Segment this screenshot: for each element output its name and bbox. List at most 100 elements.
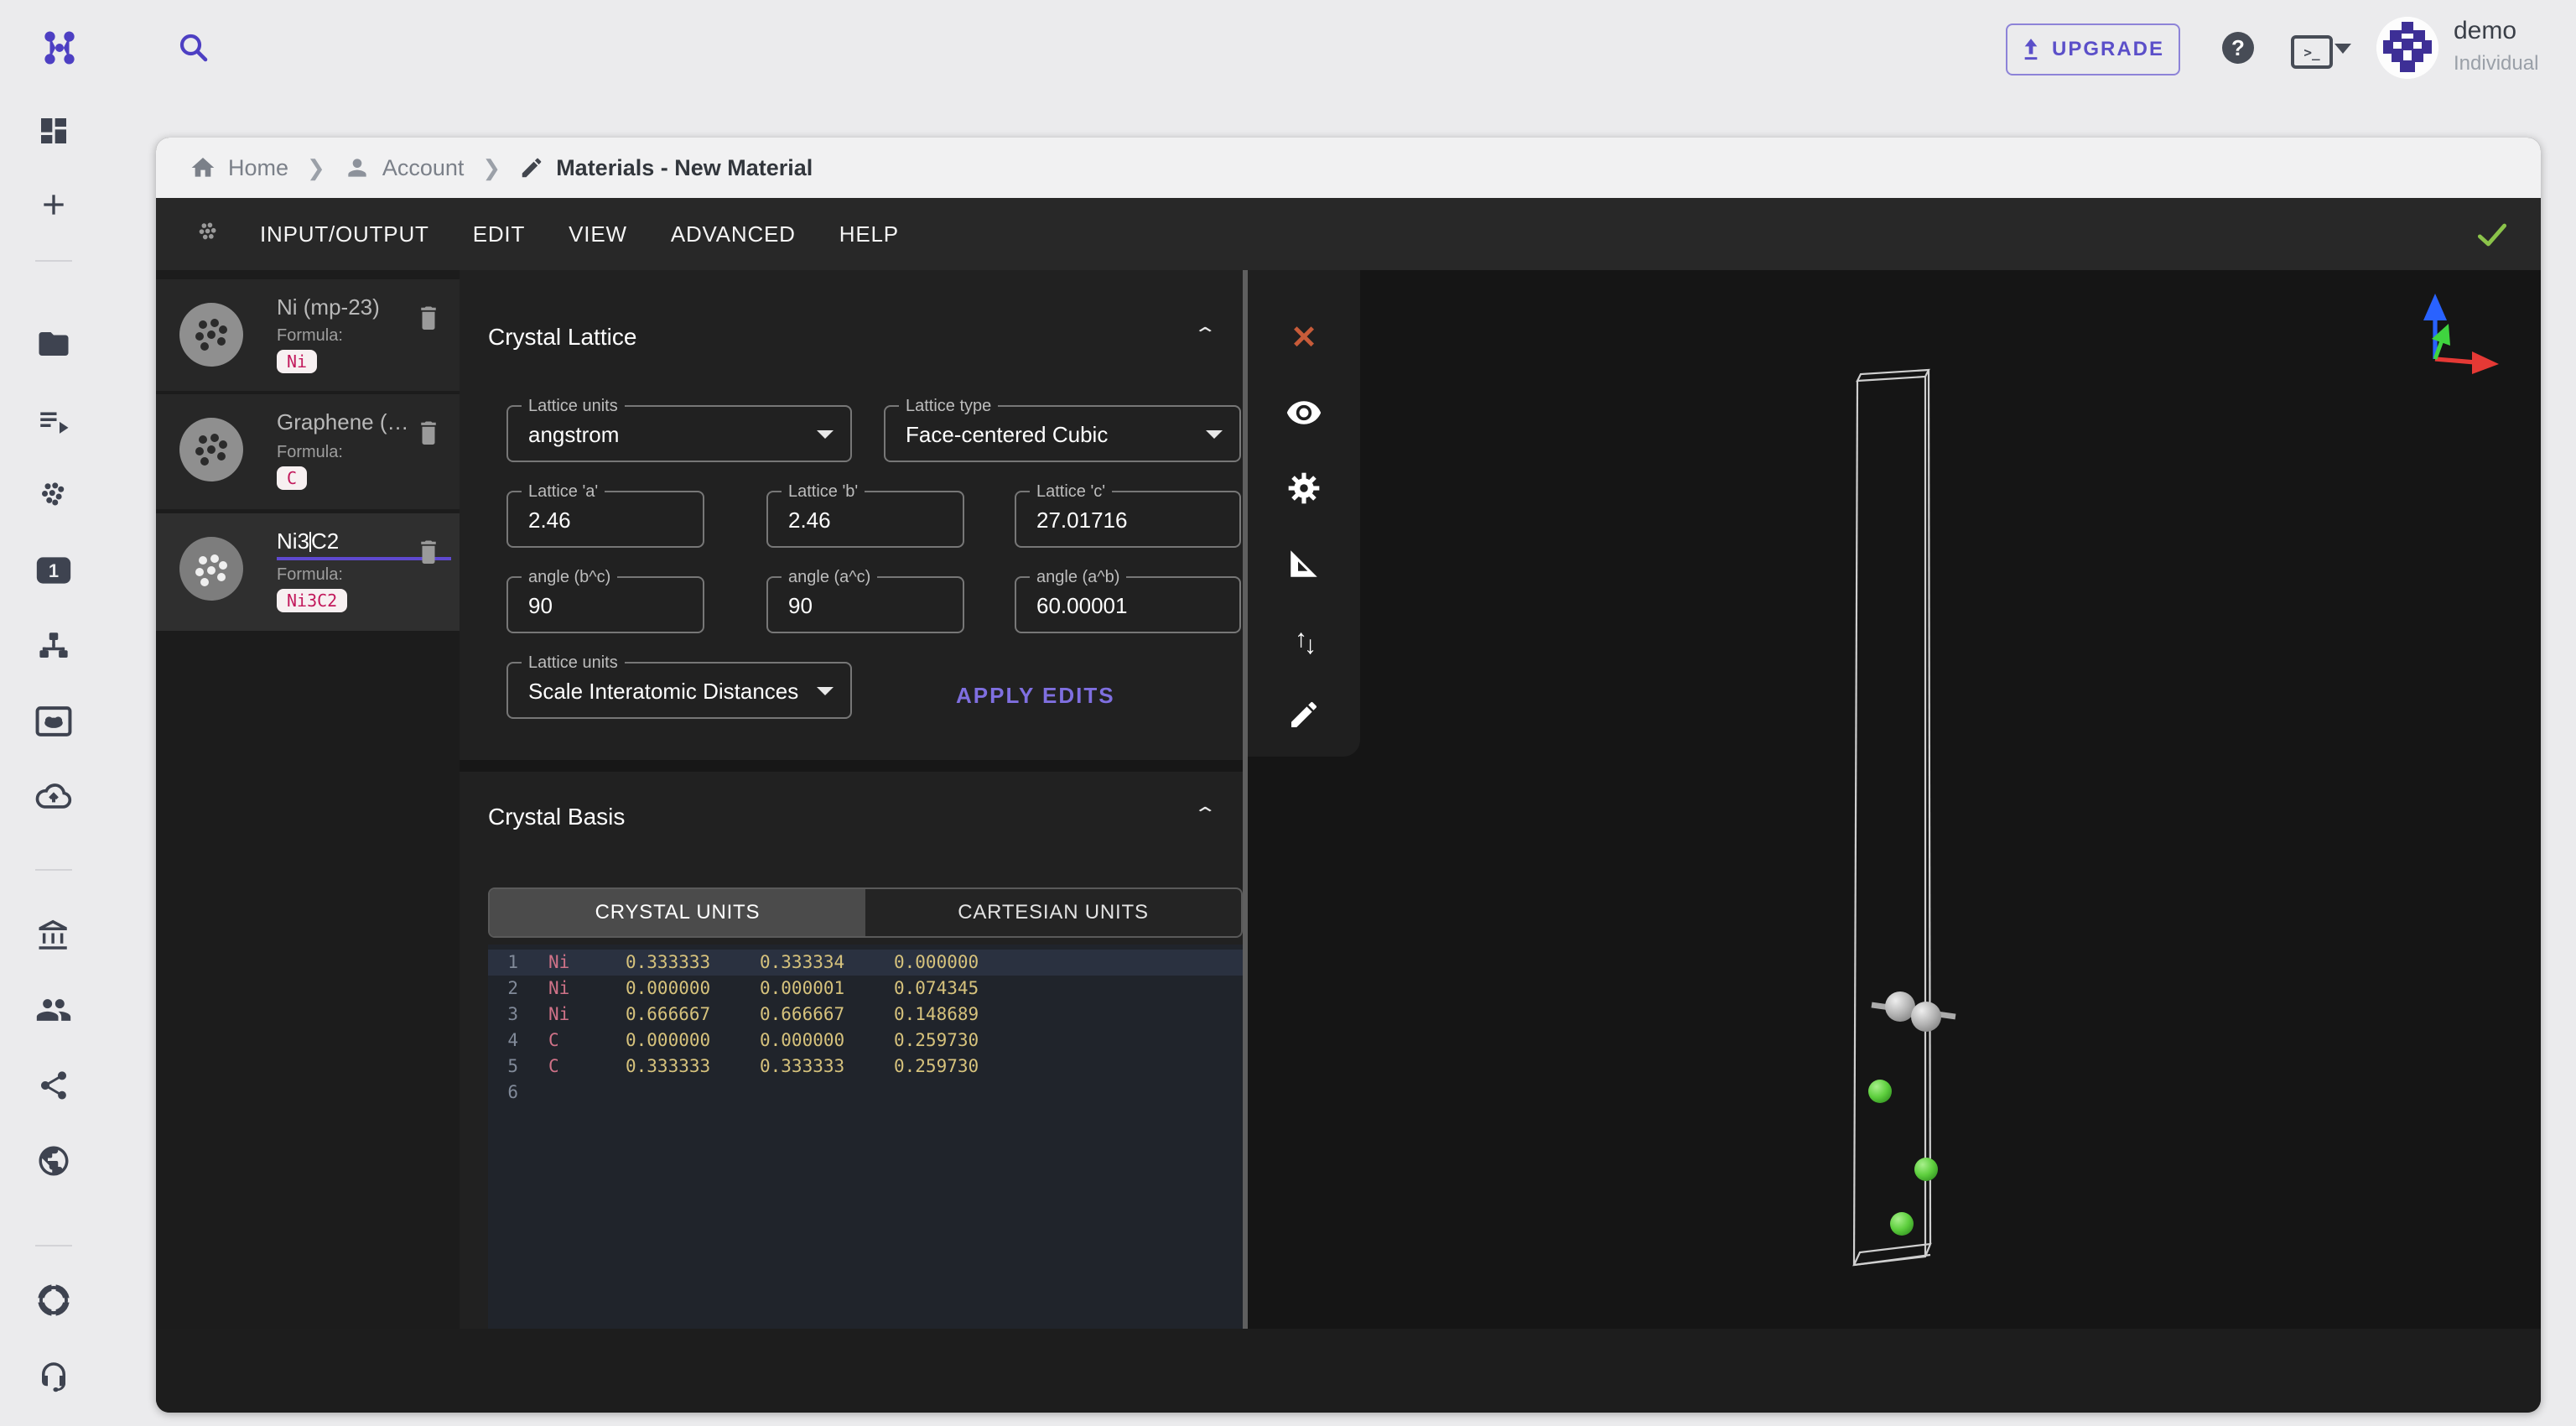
basis-code-editor[interactable]: 1Ni 0.3333330.3333340.000000 2Ni 0.00000… <box>488 945 1243 1329</box>
collapse-chevron-icon[interactable]: ⌃ <box>1192 804 1218 825</box>
upload-icon <box>2022 39 2040 60</box>
angle-gamma-field[interactable]: angle (a^b) 60.00001 <box>1015 576 1241 633</box>
lattice-b-field[interactable]: Lattice 'b' 2.46 <box>766 491 964 548</box>
material-name[interactable]: Graphene (… <box>277 409 409 435</box>
basis-line[interactable]: 2Ni 0.0000000.0000010.074345 <box>488 976 1243 1002</box>
top-bar: UPGRADE ? >_ demo Individual <box>0 0 2576 96</box>
unit-cell-scene <box>1248 270 2541 1329</box>
unit-cell-wireframe <box>1854 370 1930 1265</box>
share-icon[interactable] <box>35 1067 72 1104</box>
upgrade-label: UPGRADE <box>2052 38 2164 61</box>
material-item-graphene[interactable]: Graphene (… Formula: C <box>156 394 460 509</box>
console-icon[interactable]: >_ <box>2291 35 2333 69</box>
tab-crystal-units[interactable]: CRYSTAL UNITS <box>490 889 865 936</box>
basis-line[interactable]: 5C 0.3333330.3333330.259730 <box>488 1054 1243 1080</box>
material-editor-panel: Crystal Lattice ⌃ Lattice units angstrom… <box>460 270 1248 1329</box>
credits-icon[interactable]: 1 <box>35 552 72 589</box>
formula-chip: Ni3C2 <box>277 589 347 612</box>
angle-alpha-field[interactable]: angle (b^c) 90 <box>506 576 704 633</box>
tab-cartesian-units[interactable]: CARTESIAN UNITS <box>865 889 1241 936</box>
material-item-ni3c2[interactable]: Ni3C2 Formula: Ni3C2 <box>156 513 460 631</box>
material-thumbnail <box>179 537 243 601</box>
material-thumbnail <box>179 303 243 367</box>
chevron-right-icon: ❯ <box>482 155 501 181</box>
scale-units-select[interactable]: Lattice units Scale Interatomic Distance… <box>506 662 852 719</box>
lattice-units-select[interactable]: Lattice units angstrom <box>506 405 852 462</box>
menu-input-output[interactable]: INPUT/OUTPUT <box>260 221 429 247</box>
basis-line[interactable]: 4C 0.0000000.0000000.259730 <box>488 1028 1243 1054</box>
crystal-lattice-title: Crystal Lattice <box>488 324 636 351</box>
panels: Ni (mp-23) Formula: Ni Graphene (… Formu… <box>156 270 2541 1329</box>
check-icon[interactable] <box>2474 216 2511 253</box>
material-item-ni[interactable]: Ni (mp-23) Formula: Ni <box>156 279 460 391</box>
globe-icon[interactable] <box>35 1142 72 1179</box>
chevron-down-icon <box>1206 430 1223 439</box>
upgrade-button[interactable]: UPGRADE <box>2006 23 2180 75</box>
search-icon[interactable] <box>176 30 211 65</box>
apply-edits-button[interactable]: APPLY EDITS <box>956 683 1115 709</box>
media-icon[interactable] <box>35 703 72 740</box>
jobs-icon[interactable] <box>35 403 72 440</box>
user-avatar[interactable] <box>2376 17 2438 79</box>
user-name[interactable]: demo <box>2454 17 2516 45</box>
brand-logo-icon[interactable] <box>40 29 79 67</box>
material-thumbnail <box>179 418 243 481</box>
folder-icon[interactable] <box>35 325 72 362</box>
editor-menubar: INPUT/OUTPUT EDIT VIEW ADVANCED HELP <box>156 198 2541 270</box>
rail-divider <box>35 260 72 262</box>
support-wheel-icon[interactable] <box>35 1282 72 1319</box>
card-footer <box>156 1329 2541 1413</box>
delete-material-icon[interactable] <box>416 303 441 331</box>
materials-icon[interactable] <box>35 478 72 515</box>
breadcrumb-account[interactable]: Account <box>344 154 465 181</box>
rail-divider <box>35 1245 72 1246</box>
basis-line[interactable]: 3Ni 0.6666670.6666670.148689 <box>488 1002 1243 1028</box>
atom-c[interactable] <box>1914 1158 1938 1181</box>
breadcrumb-home[interactable]: Home <box>190 154 288 181</box>
structure-viewer[interactable]: ✕ <box>1248 270 2541 1329</box>
atom-ni[interactable] <box>1885 991 1915 1022</box>
crystal-basis-title: Crystal Basis <box>488 804 625 830</box>
app-root: UPGRADE ? >_ demo Individual <box>0 0 2576 1426</box>
section-separator <box>460 760 1248 772</box>
bank-icon[interactable] <box>35 918 72 955</box>
pencil-icon <box>519 155 544 180</box>
atom-c[interactable] <box>1890 1212 1914 1236</box>
svg-text:1: 1 <box>49 560 59 581</box>
lattice-a-field[interactable]: Lattice 'a' 2.46 <box>506 491 704 548</box>
formula-chip: Ni <box>277 350 317 373</box>
help-icon[interactable]: ? <box>2222 32 2254 64</box>
formula-label: Formula: <box>277 326 343 346</box>
formula-chip: C <box>277 466 307 490</box>
lattice-type-select[interactable]: Lattice type Face-centered Cubic <box>884 405 1241 462</box>
collapse-chevron-icon[interactable]: ⌃ <box>1192 324 1218 346</box>
menu-advanced[interactable]: ADVANCED <box>671 221 796 247</box>
delete-material-icon[interactable] <box>416 418 441 446</box>
axes-gizmo <box>2423 294 2499 374</box>
menu-edit[interactable]: EDIT <box>473 221 525 247</box>
people-icon[interactable] <box>35 991 72 1028</box>
chevron-right-icon: ❯ <box>307 155 325 181</box>
dashboard-icon[interactable] <box>35 112 72 149</box>
main-card: Home ❯ Account ❯ Materials - New Materia… <box>156 138 2541 1413</box>
material-name[interactable]: Ni (mp-23) <box>277 294 380 320</box>
breadcrumb: Home ❯ Account ❯ Materials - New Materia… <box>156 138 2541 198</box>
basis-line[interactable]: 1Ni 0.3333330.3333340.000000 <box>488 950 1243 976</box>
atom-ni[interactable] <box>1911 1002 1941 1032</box>
rail-divider <box>35 869 72 871</box>
console-dropdown-caret-icon[interactable] <box>2334 44 2351 54</box>
cloud-upload-icon[interactable] <box>35 778 72 815</box>
headset-icon[interactable] <box>35 1357 72 1394</box>
menu-help[interactable]: HELP <box>839 221 899 247</box>
menu-view[interactable]: VIEW <box>569 221 627 247</box>
angle-beta-field[interactable]: angle (a^c) 90 <box>766 576 964 633</box>
basis-line[interactable]: 6 <box>488 1080 1243 1106</box>
material-name-input[interactable]: Ni3C2 <box>277 528 339 554</box>
materials-list: Ni (mp-23) Formula: Ni Graphene (… Formu… <box>156 270 460 1329</box>
lattice-c-field[interactable]: Lattice 'c' 27.01716 <box>1015 491 1241 548</box>
delete-material-icon[interactable] <box>416 537 441 565</box>
add-icon[interactable] <box>35 186 72 223</box>
network-icon[interactable] <box>35 627 72 664</box>
atom-c[interactable] <box>1868 1080 1892 1103</box>
user-plan: Individual <box>2454 52 2538 75</box>
